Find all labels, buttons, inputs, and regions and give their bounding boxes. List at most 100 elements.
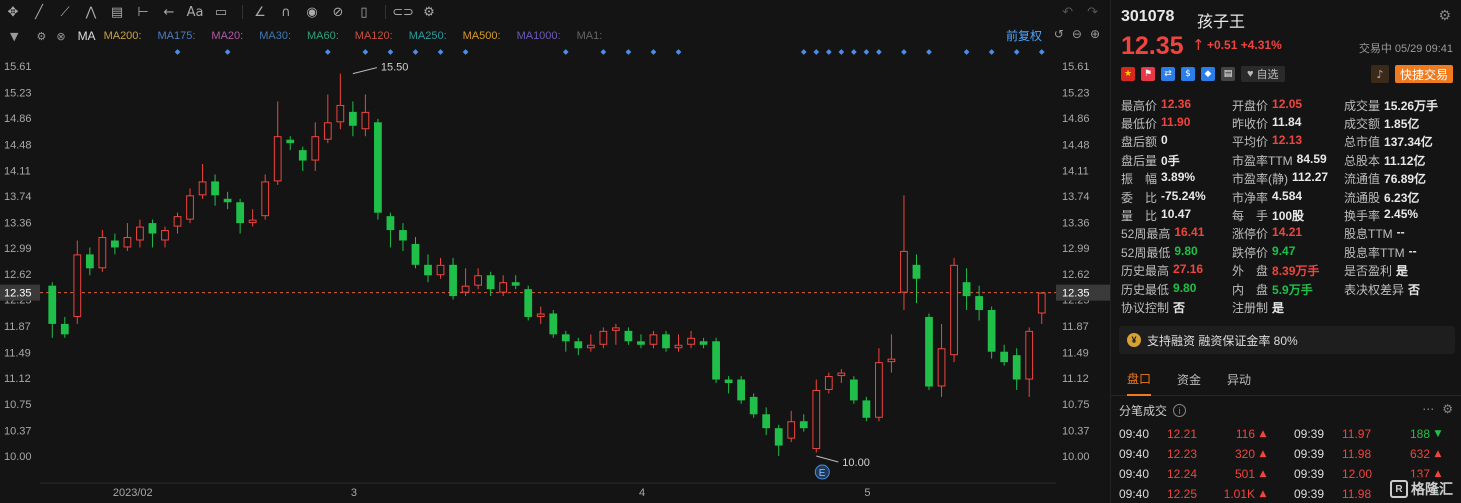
y-tick-label-left: 14.86 — [4, 113, 32, 125]
ma-item[interactable]: MA250: — [409, 30, 447, 42]
zoom-out-icon[interactable]: ⊖ — [1072, 27, 1082, 41]
ma-close-icon[interactable]: ⊗ — [56, 30, 65, 43]
stat-label: 委 比 — [1121, 190, 1158, 205]
up-arrow-icon: ▲ — [1259, 429, 1267, 439]
panel-tabs: 盘口 资金 异动 — [1111, 364, 1461, 396]
tick-price: 11.98 — [1342, 447, 1372, 461]
stat-value: 10.47 — [1161, 207, 1192, 222]
stat-value: 0 — [1161, 133, 1168, 148]
margin-info[interactable]: ¥ 支持融资 融资保证金率 80% — [1119, 326, 1455, 354]
stock-code: 301078 — [1121, 8, 1175, 25]
stat-value: 5.9万手 — [1272, 282, 1313, 297]
tab-2[interactable]: 异动 — [1227, 364, 1251, 396]
event-dot — [462, 49, 469, 55]
stat-cell: 市盈率TTM 84.59 — [1232, 152, 1344, 169]
candle-body-up — [261, 181, 270, 217]
settings-icon[interactable]: ⚙ — [418, 2, 440, 22]
link-icon[interactable]: ⊂⊃ — [392, 2, 414, 22]
info-icon[interactable]: i — [1173, 404, 1187, 417]
tab-1[interactable]: 资金 — [1177, 364, 1201, 396]
alert-bell-icon[interactable]: ♪ — [1371, 65, 1389, 83]
tick-price: 12.23 — [1167, 447, 1198, 461]
calendar-icon[interactable]: ▤ — [1221, 67, 1235, 81]
stat-value: 9.80 — [1173, 280, 1197, 295]
candle-body-up — [687, 337, 695, 345]
ma-item[interactable]: MA20: — [211, 30, 243, 42]
move-icon[interactable]: ✥ — [2, 2, 24, 22]
event-dot — [650, 49, 657, 55]
stat-label: 跌停价 — [1232, 245, 1269, 260]
y-tick-label-right: 14.11 — [1062, 165, 1089, 177]
candle-body-up — [98, 237, 107, 269]
candle-body-up — [273, 136, 282, 182]
adjust-mode-button[interactable]: 前复权 — [1006, 27, 1042, 44]
ma-item[interactable]: MA1000: — [517, 30, 561, 42]
ma-item[interactable]: MA500: — [463, 30, 501, 42]
panel-settings-icon[interactable]: ⚙ — [1438, 8, 1451, 24]
ma-item[interactable]: MA200: — [104, 30, 142, 42]
zoom-in-icon[interactable]: ⊕ — [1090, 27, 1100, 41]
trash-icon[interactable]: ▯ — [353, 2, 375, 22]
x-tick-label: 2023/02 — [113, 487, 153, 499]
undo-icon[interactable]: ↶ — [1062, 5, 1073, 20]
eye-off-icon[interactable]: ⊘ — [327, 2, 349, 22]
magnet-icon[interactable]: ∩ — [275, 2, 297, 22]
stat-cell: 委 比 -75.24% — [1121, 189, 1232, 206]
ticks-settings-icon[interactable]: ⚙ — [1442, 402, 1453, 416]
ma-item[interactable]: MA60: — [307, 30, 339, 42]
stat-value: -- — [1396, 225, 1405, 240]
stat-cell: 量 比 10.47 — [1121, 207, 1232, 224]
candle-body-up — [186, 195, 194, 220]
candle-body-up — [161, 230, 169, 241]
candle-body-down — [1000, 351, 1009, 363]
tick-entry: 09:40 12.23 320 ▲ — [1111, 447, 1286, 461]
text-icon[interactable]: Aa — [184, 2, 206, 22]
candle-body-up — [1025, 330, 1034, 380]
quick-trade-button[interactable]: 快捷交易 — [1394, 65, 1453, 83]
redo-icon[interactable]: ↷ — [1087, 5, 1098, 20]
event-dot — [926, 49, 932, 55]
candle-body-down — [298, 150, 307, 161]
reset-icon[interactable]: ↺ — [1054, 27, 1064, 41]
stat-cell: 52周最低 9.80 — [1121, 244, 1232, 261]
ma-item[interactable]: MA1: — [577, 30, 603, 42]
stat-cell: 平均价 12.13 — [1232, 133, 1344, 150]
runner-icon[interactable]: ⚑ — [1141, 67, 1155, 81]
ma-item[interactable]: MA30: — [259, 30, 291, 42]
zigzag-icon[interactable]: ⋀ — [80, 2, 102, 22]
tag-icon[interactable]: ◆ — [1201, 67, 1215, 81]
ma-settings-icon[interactable]: ⚙ — [36, 30, 46, 43]
tick-volume: 116 — [1235, 427, 1255, 441]
tab-0[interactable]: 盘口 — [1127, 364, 1152, 396]
candle-body-down — [424, 264, 432, 276]
eye-icon[interactable]: ◉ — [301, 2, 323, 22]
more-icon[interactable]: ⋯ — [1422, 402, 1434, 416]
note-icon[interactable]: ▭ — [210, 2, 232, 22]
ma-item[interactable]: MA175: — [157, 30, 195, 42]
up-arrow-icon: ▲ — [1259, 489, 1267, 499]
stat-cell: 成交额 1.85亿 — [1344, 115, 1455, 132]
watchlist-button[interactable]: ♥ 自选 — [1241, 66, 1285, 82]
ruler-icon[interactable]: ∠ — [249, 2, 271, 22]
range-icon[interactable]: ⊢ — [132, 2, 154, 22]
fib-icon[interactable]: ▤ — [106, 2, 128, 22]
event-dot — [600, 49, 607, 55]
candlestick-chart[interactable]: 15.61 15.61 15.23 15.23 14.86 14.86 14.48 14.48… — [0, 46, 1110, 503]
dollar-icon[interactable]: $ — [1181, 67, 1195, 81]
tick-entry: 09:39 11.97 188 ▼ — [1286, 427, 1461, 441]
ma-item[interactable]: MA120: — [355, 30, 393, 42]
stats-row: 委 比 -75.24% 市净率 4.584 流通股 6.23亿 — [1121, 188, 1456, 206]
connect-icon[interactable]: ⇄ — [1161, 67, 1175, 81]
event-dot — [1013, 49, 1020, 55]
event-dot — [863, 49, 870, 55]
multiline-icon[interactable]: ⟋ — [54, 2, 76, 22]
stat-label: 内 盘 — [1232, 282, 1269, 297]
y-tick-label-left: 14.11 — [4, 165, 31, 177]
candle-body-up — [674, 344, 683, 349]
stat-value: 6.23亿 — [1384, 190, 1420, 205]
arrow-icon[interactable]: ← — [158, 2, 180, 22]
collapse-icon[interactable]: ▼ — [10, 30, 18, 43]
price-up-arrow-icon: ↑ — [1192, 36, 1205, 54]
stat-label: 股息率TTM — [1344, 245, 1405, 260]
line-icon[interactable]: ╱ — [28, 2, 50, 22]
